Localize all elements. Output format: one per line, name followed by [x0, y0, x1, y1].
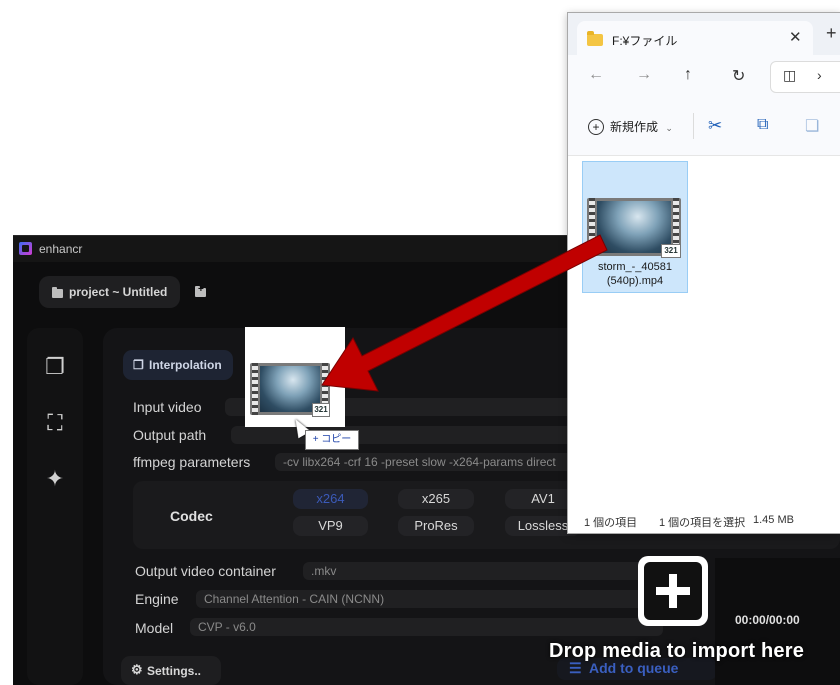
output-path-label: Output path: [133, 427, 207, 443]
sidebar: ❐ ⛶ ✦: [27, 328, 83, 685]
status-size: 1.45 MB: [753, 514, 794, 526]
drop-plus-icon: [638, 556, 708, 626]
ffmpeg-label: ffmpeg parameters: [133, 454, 251, 470]
settings-button[interactable]: ⚙ Settings..: [121, 656, 221, 685]
model-value: CVP - v6.0: [198, 620, 256, 634]
drag-preview: 321: [245, 327, 345, 427]
explorer-tab[interactable]: F:¥ファイル ✕: [577, 21, 813, 55]
timecode: 00:00/00:00: [735, 613, 800, 627]
input-video-label: Input video: [133, 399, 202, 415]
copy-tooltip: + コピー: [305, 430, 359, 450]
magic-wand-icon: ✦: [45, 466, 65, 491]
file-item-storm[interactable]: 321 storm_-_40581 (540p).mp4: [582, 161, 688, 293]
preview-area: 00:00/00:00: [715, 558, 840, 685]
paste-icon[interactable]: ❏: [805, 116, 819, 136]
folder-icon: [52, 287, 63, 298]
codec-option-x265[interactable]: x265: [398, 489, 474, 509]
sidebar-item-interpolation[interactable]: ❐: [27, 354, 83, 380]
refresh-icon[interactable]: ↻: [732, 66, 745, 86]
gear-icon: ⚙: [131, 662, 143, 677]
tab-interpolation[interactable]: ❐ Interpolation: [123, 350, 233, 380]
codec-label: Codec: [170, 508, 213, 524]
tab-label: Interpolation: [149, 358, 222, 372]
codec-option-vp9[interactable]: VP9: [293, 516, 368, 536]
explorer-window: F:¥ファイル ✕ + ← → ↑ ↻ ◫ › + 新規作成 ⌄ ✂ ⧉ ❏ 32…: [567, 12, 840, 534]
chevron-down-icon: ⌄: [665, 123, 673, 133]
add-folder-icon[interactable]: [195, 284, 206, 297]
file-area: 321 storm_-_40581 (540p).mp4: [568, 156, 840, 508]
ffmpeg-value: -cv libx264 -crf 16 -preset slow -x264-p…: [283, 455, 556, 469]
toolbar-divider: [693, 113, 694, 139]
container-select[interactable]: .mkv: [303, 562, 663, 580]
close-icon[interactable]: ✕: [789, 28, 802, 46]
player-badge-icon: 321: [661, 244, 681, 258]
forward-arrow-icon[interactable]: →: [636, 66, 652, 84]
new-tab-icon[interactable]: +: [826, 23, 837, 44]
folder-icon: [587, 31, 603, 46]
app-logo-icon: [19, 242, 32, 255]
sidebar-item-upscale[interactable]: ⛶: [27, 410, 83, 436]
engine-label: Engine: [135, 591, 179, 607]
layers-icon: ❐: [133, 358, 144, 372]
add-circle-icon: +: [588, 119, 604, 135]
file-name-line-2: (540p).mp4: [606, 275, 664, 287]
project-name: project ~ Untitled: [69, 285, 168, 299]
project-button[interactable]: project ~ Untitled: [39, 276, 180, 308]
status-selected: 1 個の項目を選択: [659, 517, 746, 529]
engine-select[interactable]: Channel Attention - CAIN (NCNN): [196, 590, 663, 608]
new-button[interactable]: + 新規作成 ⌄: [588, 118, 673, 135]
explorer-command-bar: + 新規作成 ⌄ ✂ ⧉ ❏: [568, 99, 840, 156]
file-name-line-1: storm_-_40581: [598, 261, 672, 273]
codec-option-prores[interactable]: ProRes: [398, 516, 474, 536]
codec-option-x264[interactable]: x264: [293, 489, 368, 509]
settings-label: Settings..: [147, 664, 202, 678]
explorer-tab-title: F:¥ファイル: [612, 34, 678, 48]
new-button-label: 新規作成: [610, 120, 659, 134]
file-name: storm_-_40581 (540p).mp4: [583, 260, 687, 288]
explorer-tab-bar: F:¥ファイル ✕ +: [568, 13, 840, 55]
explorer-nav-bar: ← → ↑ ↻ ◫ ›: [568, 55, 840, 100]
chevron-right-icon[interactable]: ›: [817, 67, 822, 83]
drop-hint: Drop media to import here: [549, 640, 805, 662]
monitor-icon: ◫: [783, 67, 797, 83]
engine-value: Channel Attention - CAIN (NCNN): [204, 592, 385, 606]
cut-icon[interactable]: ✂: [708, 116, 722, 136]
layers-icon: ❐: [45, 354, 65, 379]
back-arrow-icon[interactable]: ←: [588, 66, 604, 84]
address-bar[interactable]: ◫ ›: [770, 61, 840, 93]
expand-icon: ⛶: [47, 410, 63, 435]
app-title: enhancr: [39, 242, 83, 256]
model-label: Model: [135, 620, 174, 636]
sidebar-item-restoration[interactable]: ✦: [27, 466, 83, 492]
status-count: 1 個の項目: [584, 517, 638, 529]
player-badge-icon: 321: [312, 403, 330, 417]
container-value: .mkv: [311, 564, 337, 578]
up-arrow-icon[interactable]: ↑: [684, 66, 692, 84]
container-label: Output video container: [135, 563, 276, 579]
model-select[interactable]: CVP - v6.0: [190, 618, 663, 636]
copy-icon[interactable]: ⧉: [757, 116, 768, 134]
explorer-status-bar: 1 個の項目 1 個の項目を選択 1.45 MB: [568, 508, 840, 533]
